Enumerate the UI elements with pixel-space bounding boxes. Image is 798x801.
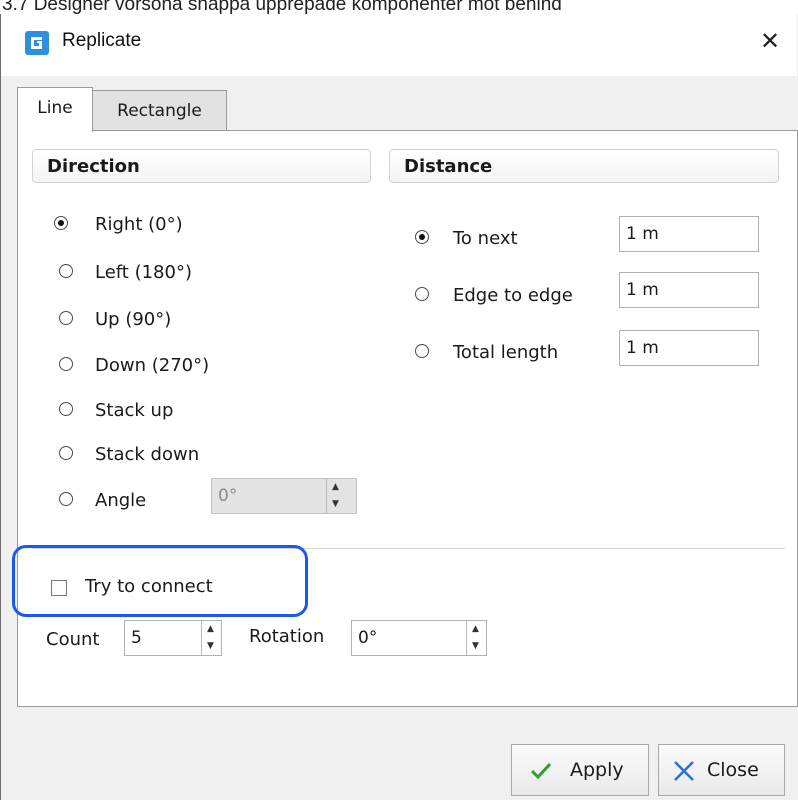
radio-stack-up-label: Stack up xyxy=(95,400,174,421)
to-next-input[interactable]: 1 m xyxy=(619,216,759,252)
app-logo-glyph xyxy=(31,37,42,49)
radio-right-label: Right (0°) xyxy=(95,214,183,235)
close-label: Close xyxy=(707,759,759,781)
count-label: Count xyxy=(46,629,100,650)
replicate-app-icon xyxy=(25,31,49,55)
radio-total-length-label: Total length xyxy=(453,342,559,363)
radio-left[interactable] xyxy=(59,264,73,278)
to-next-value: 1 m xyxy=(626,224,659,244)
total-length-value: 1 m xyxy=(626,338,659,358)
tab-line[interactable]: Line xyxy=(17,87,93,132)
direction-heading: Direction xyxy=(32,149,371,183)
count-value: 5 xyxy=(131,628,142,648)
count-spinner[interactable]: ▲ ▼ xyxy=(201,621,219,655)
count-spin-up-icon[interactable]: ▲ xyxy=(202,621,219,638)
radio-right[interactable] xyxy=(54,216,68,230)
close-button[interactable]: Close xyxy=(658,744,785,796)
close-window-icon[interactable]: ✕ xyxy=(760,26,780,56)
radio-down-label: Down (270°) xyxy=(95,355,210,376)
apply-button[interactable]: Apply xyxy=(511,744,649,796)
angle-spinner: ▲ ▼ xyxy=(326,479,344,513)
apply-label: Apply xyxy=(570,759,624,781)
radio-angle-label: Angle xyxy=(95,490,147,511)
tab-rectangle[interactable]: Rectangle xyxy=(92,90,227,131)
angle-spin-down-icon: ▼ xyxy=(332,499,339,509)
try-connect-label: Try to connect xyxy=(85,576,213,597)
total-length-input[interactable]: 1 m xyxy=(619,330,759,366)
radio-stack-down[interactable] xyxy=(59,446,73,460)
radio-total-length[interactable] xyxy=(415,344,429,358)
radio-to-next-label: To next xyxy=(453,228,518,249)
radio-down[interactable] xyxy=(59,357,73,371)
radio-edge-to-edge[interactable] xyxy=(415,287,429,301)
rotation-label: Rotation xyxy=(249,626,325,647)
radio-angle[interactable] xyxy=(59,492,73,506)
radio-stack-up[interactable] xyxy=(59,402,73,416)
radio-left-label: Left (180°) xyxy=(95,262,192,283)
rotation-spin-down-icon[interactable]: ▼ xyxy=(467,638,484,655)
radio-up[interactable] xyxy=(59,311,73,325)
edge-to-edge-value: 1 m xyxy=(626,280,659,300)
rotation-spinner[interactable]: ▲ ▼ xyxy=(466,621,484,655)
radio-to-next[interactable] xyxy=(415,230,429,244)
rotation-value: 0° xyxy=(358,628,378,648)
radio-stack-down-label: Stack down xyxy=(95,444,200,465)
try-connect-checkbox[interactable] xyxy=(51,580,67,596)
window-title: Replicate xyxy=(62,30,142,51)
rotation-spin-up-icon[interactable]: ▲ xyxy=(467,621,484,638)
edge-to-edge-input[interactable]: 1 m xyxy=(619,272,759,308)
check-icon xyxy=(530,762,552,780)
tab-line-label: Line xyxy=(37,98,73,118)
radio-edge-to-edge-label: Edge to edge xyxy=(453,285,573,306)
angle-value: 0° xyxy=(218,486,238,506)
distance-heading: Distance xyxy=(389,149,779,183)
tab-rectangle-label: Rectangle xyxy=(117,101,202,121)
count-spin-down-icon[interactable]: ▼ xyxy=(202,638,219,655)
radio-up-label: Up (90°) xyxy=(95,309,172,330)
angle-spin-up-icon: ▲ xyxy=(332,482,339,492)
close-x-icon xyxy=(674,761,694,781)
